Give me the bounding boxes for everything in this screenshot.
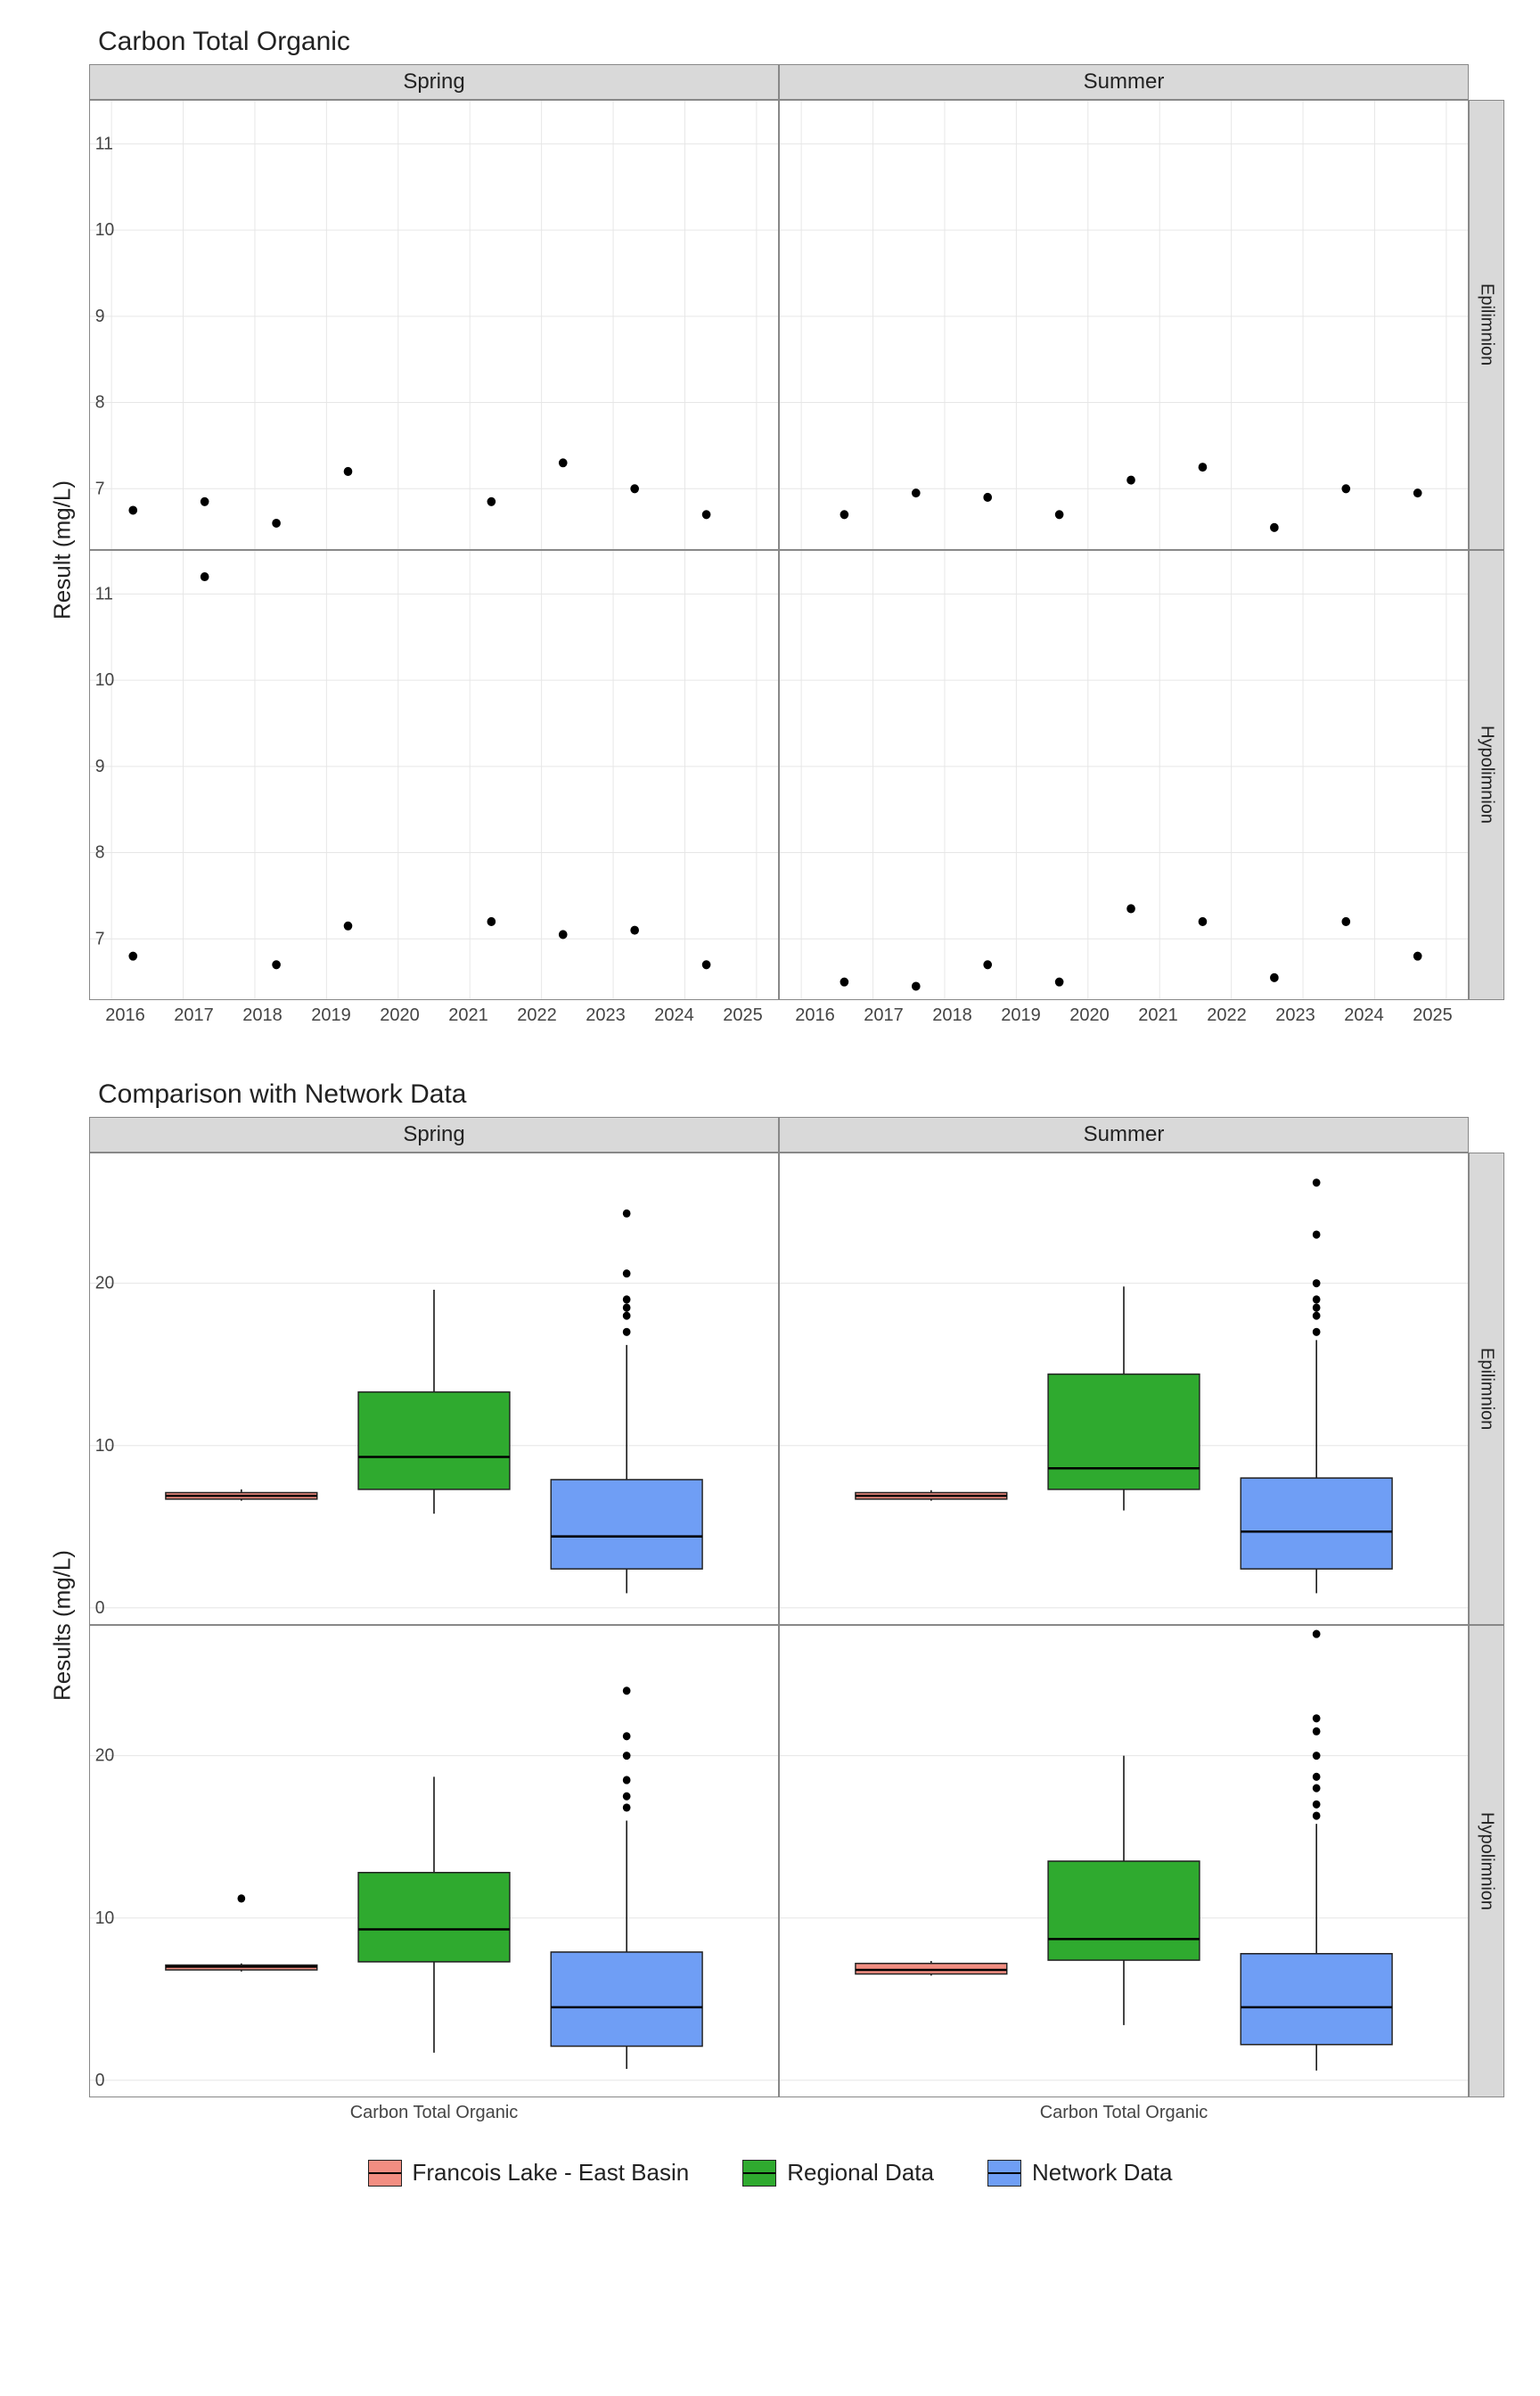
strip-hypo-1: Hypolimnion (1469, 550, 1504, 1000)
svg-text:8: 8 (95, 842, 105, 862)
chart2-ylabel: Results (mg/L) (36, 1153, 89, 2097)
legend-item-francois: Francois Lake - East Basin (368, 2159, 690, 2187)
legend: Francois Lake - East Basin Regional Data… (36, 2159, 1504, 2187)
svg-text:7: 7 (95, 479, 105, 498)
strip-summer-2: Summer (779, 1117, 1469, 1153)
svg-text:10: 10 (95, 220, 114, 240)
panel-spring-epi-1: 7 8 9 10 11 (89, 100, 779, 550)
svg-text:7: 7 (95, 929, 105, 948)
chart2-grid: Spring Summer Results (mg/L) 0 10 20 Epili… (36, 1117, 1504, 2097)
strip-epi-1: Epilimnion (1469, 100, 1504, 550)
legend-label-francois: Francois Lake - East Basin (413, 2159, 690, 2187)
chart1-grid: Spring Summer Result (mg/L) 7 8 9 10 11 Epil… (36, 64, 1504, 1000)
strip-summer-1: Summer (779, 64, 1469, 100)
panel-summer-epi-2 (779, 1153, 1469, 1625)
chart1-ylabel: Result (mg/L) (36, 100, 89, 1000)
strip-spring-1: Spring (89, 64, 779, 100)
legend-label-regional: Regional Data (787, 2159, 934, 2187)
strip-epi-2: Epilimnion (1469, 1153, 1504, 1625)
svg-text:8: 8 (95, 392, 105, 412)
legend-label-network: Network Data (1032, 2159, 1173, 2187)
chart1-xticks: 2016201720182019202020212022202320242025… (36, 1000, 1504, 1026)
svg-text:0: 0 (95, 1597, 105, 1618)
strip-spring-2: Spring (89, 1117, 779, 1153)
panel-summer-epi-1 (779, 100, 1469, 550)
panel-spring-epi-2: 0 10 20 (89, 1153, 779, 1625)
legend-item-network: Network Data (987, 2159, 1173, 2187)
chart2-xticks: Carbon Total Organic Carbon Total Organi… (36, 2097, 1504, 2123)
legend-swatch-regional (742, 2160, 776, 2187)
svg-text:11: 11 (95, 134, 113, 153)
panel-summer-hypo-2 (779, 1625, 1469, 2097)
svg-text:11: 11 (95, 584, 113, 603)
svg-text:10: 10 (95, 670, 114, 690)
svg-text:10: 10 (95, 1435, 114, 1456)
panel-summer-hypo-1 (779, 550, 1469, 1000)
legend-swatch-francois (368, 2160, 402, 2187)
chart1-title: Carbon Total Organic (98, 27, 1504, 57)
panel-spring-hypo-2: 0 10 20 (89, 1625, 779, 2097)
strip-hypo-2: Hypolimnion (1469, 1625, 1504, 2097)
chart2-title: Comparison with Network Data (98, 1079, 1504, 1110)
xcat-1: Carbon Total Organic (91, 2103, 777, 2123)
svg-text:9: 9 (95, 757, 105, 776)
legend-swatch-network (987, 2160, 1021, 2187)
svg-text:20: 20 (95, 1745, 114, 1766)
svg-text:0: 0 (95, 2070, 105, 2090)
xcat-2: Carbon Total Organic (781, 2103, 1467, 2123)
panel-spring-hypo-1: 7 8 9 10 11 (89, 550, 779, 1000)
svg-text:20: 20 (95, 1273, 114, 1293)
legend-item-regional: Regional Data (742, 2159, 934, 2187)
svg-text:10: 10 (95, 1908, 114, 1928)
svg-text:9: 9 (95, 307, 105, 326)
